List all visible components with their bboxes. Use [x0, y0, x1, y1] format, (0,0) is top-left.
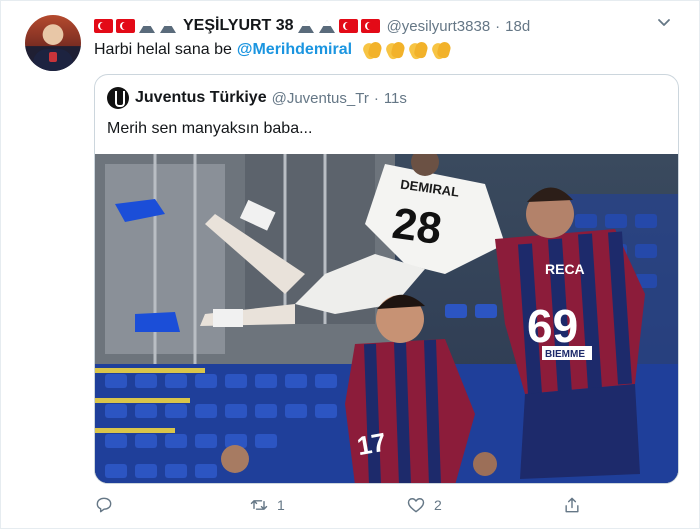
football-match-photo: DEMIRAL 28 RECA 69 BIEMME 17 [95, 154, 678, 483]
mountain-icon [159, 19, 177, 33]
tweet-body: Harbi helal sana be [94, 41, 232, 58]
quoted-text: Merih sen manyaksın baba... [107, 120, 313, 137]
quoted-timestamp[interactable]: 11s [384, 90, 407, 107]
chevron-down-icon[interactable] [655, 13, 673, 31]
mountain-icon [138, 19, 156, 33]
tweet-actions: 1 2 [94, 493, 584, 517]
share-button[interactable] [562, 493, 582, 517]
clapping-hands-icon [385, 40, 405, 60]
reply-icon [96, 497, 112, 513]
author-avatar[interactable] [25, 15, 81, 71]
turkish-flag-icon [116, 19, 135, 33]
clapping-hands-icon [362, 40, 382, 60]
share-icon [565, 497, 579, 513]
tweet-text: Harbi helal sana be @Merihdemiral [94, 40, 451, 60]
jersey-red-sponsor: BIEMME [545, 349, 585, 360]
quoted-tweet[interactable]: Juventus Türkiye @Juventus_Tr · 11s Meri… [94, 74, 679, 484]
retweet-button[interactable]: 1 [249, 493, 285, 517]
jersey-front-number: 17 [355, 427, 389, 462]
tweet-header: YEŞİLYURT 38 @yesilyurt3838 · 18d [94, 15, 530, 37]
tweet-timestamp[interactable]: 18d [505, 18, 530, 35]
like-count: 2 [434, 497, 442, 513]
separator-dot: · [495, 17, 501, 35]
jersey-red-number: 69 [527, 300, 578, 352]
quoted-header: Juventus Türkiye @Juventus_Tr · 11s [107, 87, 407, 109]
clapping-hands-icon [431, 40, 451, 60]
like-button[interactable]: 2 [406, 493, 442, 517]
heart-icon [407, 498, 425, 513]
turkish-flag-icon [360, 19, 380, 33]
juventus-logo-icon[interactable] [107, 87, 129, 109]
turkish-flag-icon [94, 19, 113, 33]
retweet-count: 1 [277, 497, 285, 513]
tweet-card[interactable]: YEŞİLYURT 38 @yesilyurt3838 · 18d Harbi … [0, 0, 700, 529]
clapping-hands-icon [408, 40, 428, 60]
mountain-icon [297, 19, 315, 33]
author-handle[interactable]: @yesilyurt3838 [387, 18, 491, 35]
separator-dot: · [373, 89, 379, 107]
retweet-icon [250, 500, 268, 510]
turkish-flag-icon [338, 19, 358, 33]
mention-link[interactable]: @Merihdemiral [237, 41, 352, 59]
author-display-name[interactable]: YEŞİLYURT 38 [183, 17, 294, 35]
mountain-icon [318, 19, 336, 33]
quoted-handle[interactable]: @Juventus_Tr [272, 90, 369, 107]
reply-button[interactable] [94, 493, 122, 517]
quoted-photo[interactable]: DEMIRAL 28 RECA 69 BIEMME 17 [95, 154, 678, 483]
jersey-red-name: RECA [545, 261, 585, 277]
jersey-white-number: 28 [389, 199, 444, 254]
quoted-display-name[interactable]: Juventus Türkiye [135, 89, 267, 107]
